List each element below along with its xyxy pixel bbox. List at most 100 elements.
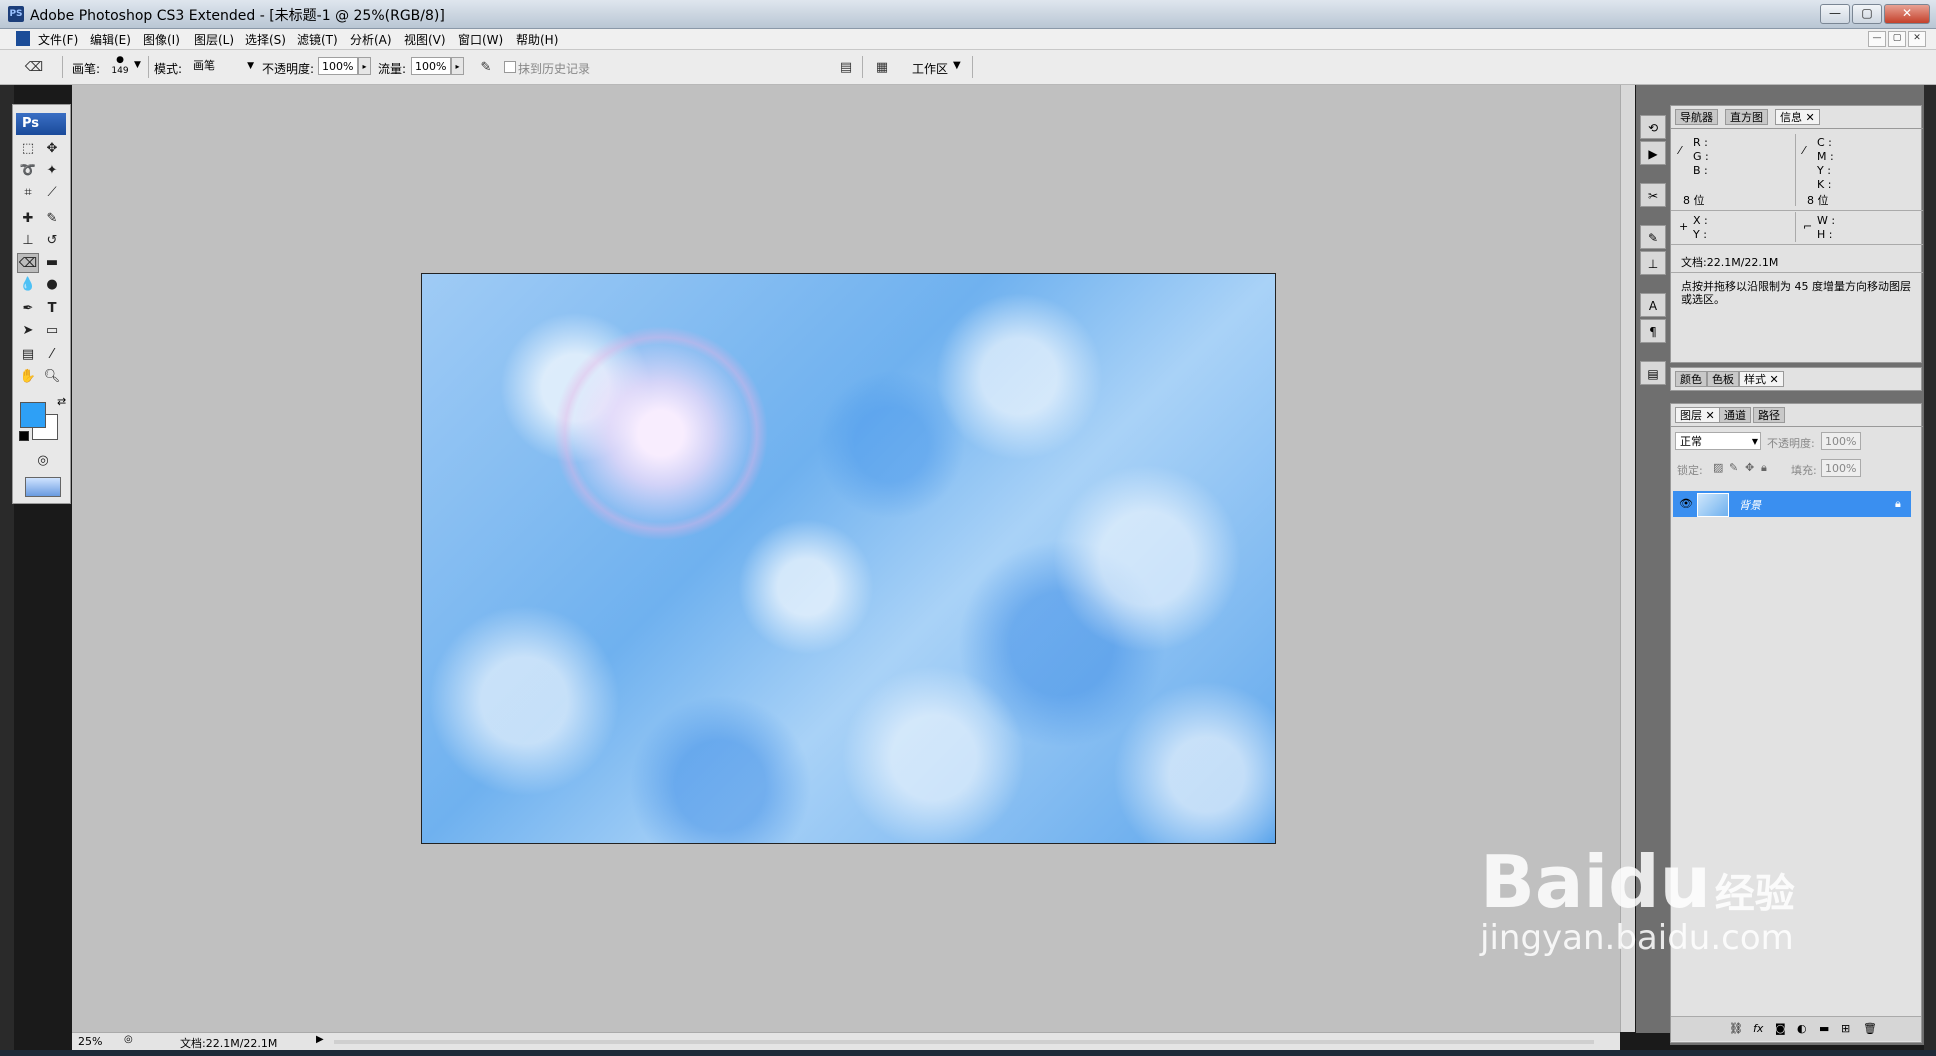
- doc-restore-button[interactable]: ▢: [1888, 31, 1906, 47]
- eraser-tool-preset-icon[interactable]: ⌫: [22, 56, 46, 80]
- maximize-button[interactable]: ▢: [1852, 4, 1882, 24]
- zoom-level[interactable]: 25%: [78, 1035, 102, 1048]
- layer-comps-panel-icon[interactable]: ▤: [1640, 361, 1666, 385]
- slice-tool-icon[interactable]: ⟋: [41, 183, 63, 203]
- lock-transparent-icon[interactable]: ▨: [1713, 461, 1723, 474]
- opacity-input[interactable]: 100%: [318, 57, 358, 75]
- menu-view[interactable]: 视图(V): [404, 31, 446, 48]
- watermark-url: jingyan.baidu.com: [1480, 918, 1794, 958]
- blend-mode-select[interactable]: 正常 ▼: [1675, 432, 1761, 450]
- new-layer-icon[interactable]: ⊞: [1841, 1022, 1850, 1035]
- close-button[interactable]: ✕: [1884, 4, 1930, 24]
- status-menu-icon[interactable]: ◎: [124, 1034, 133, 1045]
- menu-image[interactable]: 图像(I): [143, 31, 180, 48]
- fill-input[interactable]: 100%: [1821, 459, 1861, 477]
- actions-panel-icon[interactable]: ▶: [1640, 141, 1666, 165]
- brush-dropdown-icon[interactable]: ▼: [134, 60, 141, 70]
- move-tool-icon[interactable]: ✥: [41, 139, 63, 159]
- dodge-tool-icon[interactable]: ●: [41, 275, 63, 295]
- marquee-tool-icon[interactable]: ⬚: [17, 139, 39, 159]
- doc-minimize-button[interactable]: —: [1868, 31, 1886, 47]
- character-panel-icon[interactable]: A: [1640, 293, 1666, 317]
- healing-brush-tool-icon[interactable]: ✚: [17, 209, 39, 229]
- doc-close-button[interactable]: ✕: [1908, 31, 1926, 47]
- menu-help[interactable]: 帮助(H): [516, 31, 558, 48]
- opacity-slider-button[interactable]: ▸: [358, 57, 371, 75]
- notes-tool-icon[interactable]: ▤: [17, 345, 39, 365]
- layer-opacity-input[interactable]: 100%: [1821, 432, 1861, 450]
- menu-select[interactable]: 选择(S): [245, 31, 286, 48]
- brush-tool-icon[interactable]: ✎: [41, 209, 63, 229]
- tab-channels[interactable]: 通道: [1719, 407, 1751, 423]
- tab-swatches[interactable]: 色板: [1707, 371, 1739, 387]
- paragraph-panel-icon[interactable]: ¶: [1640, 319, 1666, 343]
- default-colors-icon[interactable]: [19, 431, 29, 441]
- tab-color[interactable]: 颜色: [1675, 371, 1707, 387]
- tab-info[interactable]: 信息 ✕: [1775, 109, 1820, 125]
- magic-wand-tool-icon[interactable]: ✦: [41, 161, 63, 181]
- workspace-dropdown-icon[interactable]: ▼: [953, 60, 961, 71]
- foreground-color-swatch[interactable]: [20, 402, 46, 428]
- document-canvas[interactable]: [421, 273, 1276, 844]
- menu-layer[interactable]: 图层(L): [194, 31, 234, 48]
- delete-layer-icon[interactable]: 🗑︎: [1863, 1022, 1877, 1035]
- menu-filter[interactable]: 滤镜(T): [297, 31, 338, 48]
- swap-colors-icon[interactable]: ⇄: [57, 395, 66, 408]
- eraser-tool-icon[interactable]: ⌫: [17, 253, 39, 273]
- layer-row-background[interactable]: 👁︎ 背景 🔒︎: [1673, 491, 1911, 517]
- tab-styles[interactable]: 样式 ✕: [1739, 371, 1784, 387]
- blur-tool-icon[interactable]: 💧: [17, 275, 39, 295]
- link-layers-icon[interactable]: ⛓: [1729, 1022, 1743, 1035]
- lock-all-icon[interactable]: 🔒︎: [1761, 461, 1767, 475]
- airbrush-icon[interactable]: ✎: [474, 56, 498, 80]
- clone-source-panel-icon[interactable]: ⊥: [1640, 251, 1666, 275]
- history-brush-tool-icon[interactable]: ↺: [41, 231, 63, 251]
- lasso-tool-icon[interactable]: ➰: [17, 161, 39, 181]
- crop-tool-icon[interactable]: ⌗: [17, 183, 39, 203]
- erase-history-checkbox[interactable]: [504, 61, 516, 73]
- close-icon[interactable]: ✕: [1806, 111, 1815, 124]
- mode-select[interactable]: 画笔 ▼: [190, 57, 256, 75]
- lock-position-icon[interactable]: ✥: [1745, 461, 1754, 474]
- layer-name[interactable]: 背景: [1739, 497, 1761, 513]
- tab-histogram[interactable]: 直方图: [1725, 109, 1768, 125]
- tab-paths[interactable]: 路径: [1753, 407, 1785, 423]
- tool-presets-panel-icon[interactable]: ✂: [1640, 183, 1666, 207]
- type-tool-icon[interactable]: T: [41, 299, 63, 319]
- visibility-eye-icon[interactable]: 👁︎: [1679, 497, 1693, 510]
- history-panel-icon[interactable]: ⟲: [1640, 115, 1666, 139]
- flow-slider-button[interactable]: ▸: [451, 57, 464, 75]
- menu-window[interactable]: 窗口(W): [458, 31, 503, 48]
- close-icon[interactable]: ✕: [1706, 409, 1715, 422]
- screen-mode-icon[interactable]: [25, 477, 61, 497]
- menu-file[interactable]: 文件(F): [38, 31, 78, 48]
- brush-picker[interactable]: ● 149: [108, 55, 132, 79]
- minimize-button[interactable]: —: [1820, 4, 1850, 24]
- zoom-tool-icon[interactable]: 🔍︎: [41, 367, 63, 387]
- menu-analysis[interactable]: 分析(A): [350, 31, 392, 48]
- close-icon[interactable]: ✕: [1770, 373, 1779, 386]
- clone-stamp-tool-icon[interactable]: ⊥: [17, 231, 39, 251]
- menu-edit[interactable]: 编辑(E): [90, 31, 131, 48]
- flow-input[interactable]: 100%: [411, 57, 451, 75]
- layer-mask-icon[interactable]: ◙: [1775, 1022, 1786, 1035]
- hand-tool-icon[interactable]: ✋: [17, 367, 39, 387]
- tab-navigator[interactable]: 导航器: [1675, 109, 1718, 125]
- palette-well-icon[interactable]: ▤: [834, 56, 858, 80]
- status-arrow-icon[interactable]: ▶: [316, 1034, 324, 1045]
- brushes-panel-icon[interactable]: ✎: [1640, 225, 1666, 249]
- layer-style-icon[interactable]: fx: [1753, 1022, 1763, 1035]
- gradient-tool-icon[interactable]: ▬: [41, 253, 63, 273]
- quick-mask-icon[interactable]: ◎: [31, 451, 55, 471]
- adjustment-layer-icon[interactable]: ◐: [1797, 1022, 1807, 1035]
- path-selection-tool-icon[interactable]: ➤: [17, 321, 39, 341]
- eyedropper-tool-icon[interactable]: ⁄: [41, 345, 63, 365]
- workspace-menu[interactable]: 工作区: [912, 60, 948, 77]
- tab-layers[interactable]: 图层 ✕: [1675, 407, 1720, 423]
- pen-tool-icon[interactable]: ✒: [17, 299, 39, 319]
- new-group-icon[interactable]: ▬: [1819, 1022, 1829, 1035]
- lock-pixels-icon[interactable]: ✎: [1729, 461, 1738, 474]
- bridge-icon[interactable]: ▦: [870, 56, 894, 80]
- horizontal-scrollbar[interactable]: [334, 1040, 1594, 1044]
- shape-tool-icon[interactable]: ▭: [41, 321, 63, 341]
